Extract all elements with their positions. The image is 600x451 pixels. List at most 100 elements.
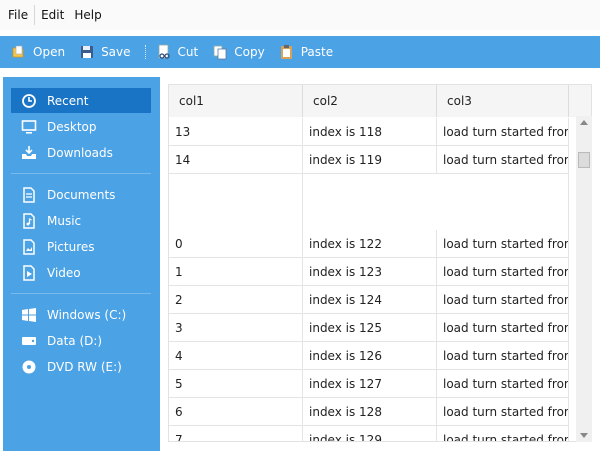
table-row[interactable]: 7 index is 129 load turn started from 1 bbox=[169, 426, 569, 441]
sidebar-item-drive-d[interactable]: Data (D:) bbox=[11, 328, 151, 353]
cell-col2: index is 123 bbox=[303, 258, 437, 286]
column-header-col2[interactable]: col2 bbox=[303, 85, 437, 117]
sidebar-item-recent[interactable]: Recent bbox=[11, 88, 151, 113]
sidebar-item-label: Music bbox=[47, 213, 82, 228]
sidebar-item-desktop[interactable]: Desktop bbox=[11, 114, 151, 139]
cell-col1: 2 bbox=[169, 286, 303, 314]
cell-col2: index is 119 bbox=[303, 146, 437, 174]
hard-drive-icon bbox=[21, 333, 37, 349]
download-icon bbox=[21, 145, 37, 161]
copy-icon bbox=[212, 44, 228, 60]
data-grid: col1 col2 col3 13 index is 118 load turn… bbox=[168, 84, 592, 442]
sidebar-item-pictures[interactable]: Pictures bbox=[11, 234, 151, 259]
table-row[interactable]: 2 index is 124 load turn started from 1 bbox=[169, 286, 569, 314]
monitor-icon bbox=[21, 119, 37, 135]
cell-col3: load turn started from 1 bbox=[437, 258, 569, 286]
copy-button[interactable]: Copy bbox=[212, 44, 265, 60]
open-label: Open bbox=[33, 45, 66, 59]
grid-line bbox=[302, 174, 303, 230]
folder-open-icon bbox=[11, 44, 27, 60]
scrollbar-thumb[interactable] bbox=[578, 152, 590, 168]
menu-edit[interactable]: Edit bbox=[36, 8, 69, 22]
menu-bar: File Edit Help bbox=[0, 0, 600, 30]
sidebar-item-label: Pictures bbox=[47, 239, 95, 254]
paste-label: Paste bbox=[300, 45, 334, 59]
copy-label: Copy bbox=[234, 45, 265, 59]
cell-col3: load turn started from 1 bbox=[437, 286, 569, 314]
menu-divider bbox=[34, 5, 36, 25]
video-file-icon bbox=[21, 264, 37, 281]
column-header-col1[interactable]: col1 bbox=[169, 85, 303, 117]
sidebar-item-label: Desktop bbox=[47, 119, 97, 134]
document-icon bbox=[21, 186, 37, 203]
cell-col3: load turn started from 1 bbox=[437, 314, 569, 342]
scroll-up-arrow-icon[interactable] bbox=[580, 120, 588, 125]
menu-help[interactable]: Help bbox=[69, 8, 106, 22]
paste-button[interactable]: Paste bbox=[279, 44, 333, 60]
menu-file[interactable]: File bbox=[3, 8, 33, 22]
toolbar-divider bbox=[144, 45, 146, 59]
cell-col3: load turn started from 1 bbox=[437, 146, 569, 174]
cell-col2: index is 126 bbox=[303, 342, 437, 370]
disc-icon bbox=[21, 359, 37, 375]
table-row[interactable]: 4 index is 126 load turn started from 1 bbox=[169, 342, 569, 370]
cell-col1: 1 bbox=[169, 258, 303, 286]
sidebar-item-music[interactable]: Music bbox=[11, 208, 151, 233]
sidebar-divider bbox=[11, 293, 151, 294]
sidebar: Recent Desktop Downloads Documents Music… bbox=[3, 77, 160, 451]
cell-col1: 6 bbox=[169, 398, 303, 426]
picture-file-icon bbox=[21, 238, 37, 255]
cell-col1: 14 bbox=[169, 146, 303, 174]
vertical-scrollbar[interactable] bbox=[576, 116, 592, 442]
table-row[interactable]: 0 index is 122 load turn started from 1 bbox=[169, 230, 569, 258]
cell-col2: index is 125 bbox=[303, 314, 437, 342]
sidebar-item-documents[interactable]: Documents bbox=[11, 182, 151, 207]
grid-header: col1 col2 col3 bbox=[169, 85, 591, 117]
floppy-disk-icon bbox=[79, 44, 95, 60]
sidebar-item-video[interactable]: Video bbox=[11, 260, 151, 285]
sidebar-divider bbox=[11, 173, 151, 174]
sidebar-item-drive-e[interactable]: DVD RW (E:) bbox=[11, 354, 151, 379]
sidebar-item-label: Recent bbox=[47, 93, 89, 108]
cell-col1: 13 bbox=[169, 118, 303, 146]
sidebar-item-drive-c[interactable]: Windows (C:) bbox=[11, 302, 151, 327]
cell-col2: index is 127 bbox=[303, 370, 437, 398]
sidebar-item-label: Windows (C:) bbox=[47, 307, 127, 322]
clock-icon bbox=[21, 93, 37, 109]
cell-col1: 3 bbox=[169, 314, 303, 342]
windows-drive-icon bbox=[21, 307, 37, 323]
table-row[interactable]: 5 index is 127 load turn started from 1 bbox=[169, 370, 569, 398]
table-row[interactable]: 3 index is 125 load turn started from 1 bbox=[169, 314, 569, 342]
cell-col1: 7 bbox=[169, 426, 303, 441]
sidebar-item-label: Downloads bbox=[47, 145, 113, 160]
sidebar-item-label: Video bbox=[47, 265, 81, 280]
cell-col3: load turn started from 1 bbox=[437, 370, 569, 398]
cell-col3: load turn started from 1 bbox=[437, 230, 569, 258]
cell-col2: index is 122 bbox=[303, 230, 437, 258]
table-row[interactable]: 13 index is 118 load turn started from 1 bbox=[169, 118, 569, 146]
save-label: Save bbox=[101, 45, 131, 59]
cell-col2: index is 128 bbox=[303, 398, 437, 426]
music-file-icon bbox=[21, 212, 37, 229]
cut-icon bbox=[156, 44, 172, 60]
scroll-down-arrow-icon[interactable] bbox=[580, 433, 588, 438]
paste-icon bbox=[279, 44, 295, 60]
save-button[interactable]: Save bbox=[79, 44, 131, 60]
cell-col1: 5 bbox=[169, 370, 303, 398]
column-header-col3[interactable]: col3 bbox=[437, 85, 569, 117]
sidebar-item-downloads[interactable]: Downloads bbox=[11, 140, 151, 165]
cell-col2: index is 118 bbox=[303, 118, 437, 146]
grid-blank-area bbox=[169, 174, 569, 230]
toolbar: Open Save Cut Copy Paste bbox=[0, 36, 600, 68]
cell-col2: index is 124 bbox=[303, 286, 437, 314]
cell-col1: 0 bbox=[169, 230, 303, 258]
table-row[interactable]: 1 index is 123 load turn started from 1 bbox=[169, 258, 569, 286]
table-row[interactable]: 14 index is 119 load turn started from 1 bbox=[169, 146, 569, 174]
cell-col3: load turn started from 1 bbox=[437, 118, 569, 146]
table-row[interactable]: 6 index is 128 load turn started from 1 bbox=[169, 398, 569, 426]
cell-col2: index is 129 bbox=[303, 426, 437, 441]
sidebar-item-label: Data (D:) bbox=[47, 333, 103, 348]
open-button[interactable]: Open bbox=[11, 44, 65, 60]
cut-button[interactable]: Cut bbox=[156, 44, 198, 60]
cell-col1: 4 bbox=[169, 342, 303, 370]
